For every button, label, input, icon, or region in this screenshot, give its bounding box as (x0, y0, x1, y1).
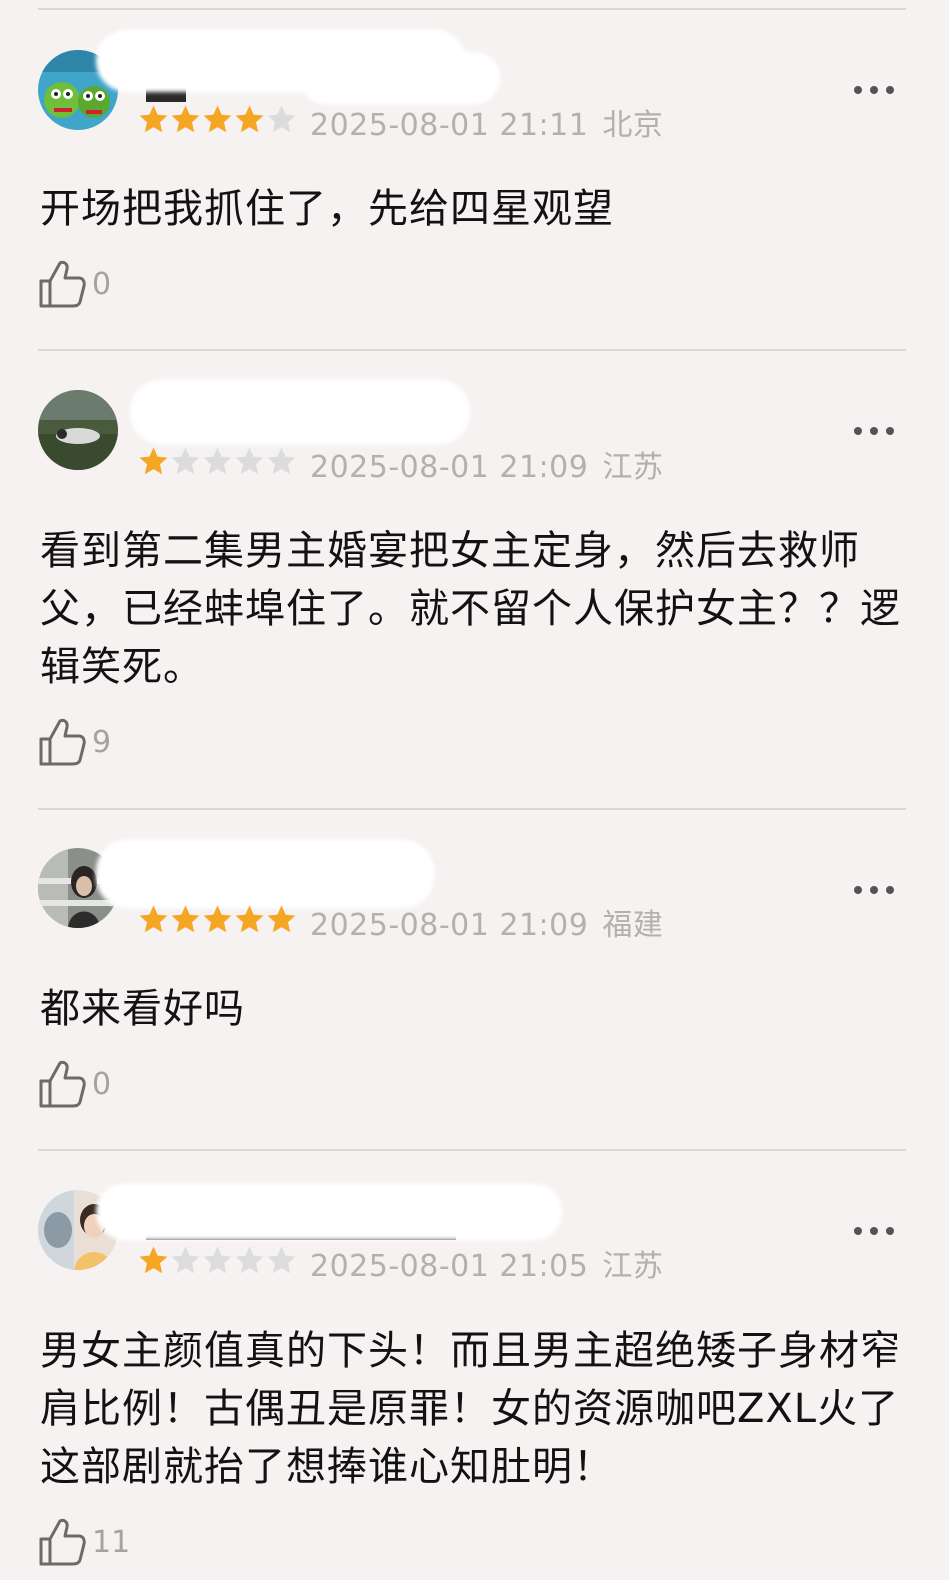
comment-location: 江苏 (602, 1249, 664, 1284)
like-button[interactable]: 0 (38, 1058, 111, 1110)
star-filled-icon (171, 905, 200, 933)
star-filled-icon (171, 105, 200, 133)
star-empty-icon (267, 447, 296, 475)
star-filled-icon (203, 105, 232, 133)
more-dots-icon (854, 86, 862, 94)
more-options-button[interactable] (854, 425, 894, 437)
more-dots-icon (854, 427, 862, 435)
star-rating (138, 446, 297, 478)
star-filled-icon (235, 105, 264, 133)
like-button[interactable]: 9 (38, 716, 111, 768)
comment-meta: 2025-08-01 21:09 福建 (310, 900, 663, 944)
comment-datetime: 2025-08-01 21:05 (310, 1249, 589, 1284)
star-empty-icon (267, 105, 296, 133)
star-filled-icon (139, 1246, 168, 1274)
comment-text: 看到第二集男主婚宴把女主定身，然后去救师父，已经蚌埠住了。就不留个人保护女主？？… (40, 528, 901, 690)
star-filled-icon (203, 905, 232, 933)
comment-text: 开场把我抓住了，先给四星观望 (40, 186, 614, 232)
thumbs-up-icon (39, 260, 86, 308)
star-empty-icon (203, 447, 232, 475)
star-empty-icon (267, 1246, 296, 1274)
avatar[interactable] (38, 390, 118, 470)
like-count: 9 (92, 724, 112, 760)
star-empty-icon (203, 1246, 232, 1274)
username-redacted (300, 52, 500, 104)
star-empty-icon (171, 447, 200, 475)
more-options-button[interactable] (854, 884, 894, 896)
star-empty-icon (235, 1246, 264, 1274)
thumbs-up-icon (39, 1060, 86, 1108)
comment-text: 都来看好吗 (40, 986, 245, 1032)
comment-location: 福建 (602, 908, 664, 943)
like-count: 11 (92, 1524, 131, 1560)
like-button[interactable]: 11 (38, 1516, 130, 1568)
like-count: 0 (92, 1066, 112, 1102)
star-filled-icon (267, 905, 296, 933)
thumbs-up-icon (39, 1518, 86, 1566)
comment-location: 江苏 (602, 450, 664, 485)
divider (38, 349, 906, 351)
more-dots-icon (854, 1227, 862, 1235)
divider (38, 1149, 906, 1151)
star-rating (138, 904, 297, 936)
comment-meta: 2025-08-01 21:11 北京 (310, 100, 663, 144)
like-button[interactable]: 0 (38, 258, 111, 310)
more-options-button[interactable] (854, 84, 894, 96)
more-options-button[interactable] (854, 1225, 894, 1237)
comment-datetime: 2025-08-01 21:09 (310, 450, 589, 485)
star-filled-icon (139, 905, 168, 933)
star-filled-icon (139, 105, 168, 133)
star-filled-icon (139, 447, 168, 475)
comment-meta: 2025-08-01 21:09 江苏 (310, 442, 663, 486)
username-redacted (96, 840, 434, 908)
thumbs-up-icon (39, 718, 86, 766)
comment-datetime: 2025-08-01 21:11 (310, 108, 589, 143)
divider-top (38, 8, 906, 10)
more-dots-icon (854, 886, 862, 894)
comment-meta: 2025-08-01 21:05 江苏 (310, 1241, 663, 1285)
star-rating (138, 1245, 297, 1277)
star-filled-icon (235, 905, 264, 933)
star-rating (138, 104, 297, 136)
comment-datetime: 2025-08-01 21:09 (310, 908, 589, 943)
comment-location: 北京 (602, 108, 664, 143)
star-empty-icon (235, 447, 264, 475)
username-redacted (96, 1184, 562, 1240)
like-count: 0 (92, 266, 112, 302)
divider (38, 808, 906, 810)
star-empty-icon (171, 1246, 200, 1274)
username-redacted (130, 380, 470, 444)
comment-text: 男女主颜值真的下头！而且男主超绝矮子身材窄肩比例！古偶丑是原罪！女的资源咖吧ZX… (40, 1328, 901, 1490)
